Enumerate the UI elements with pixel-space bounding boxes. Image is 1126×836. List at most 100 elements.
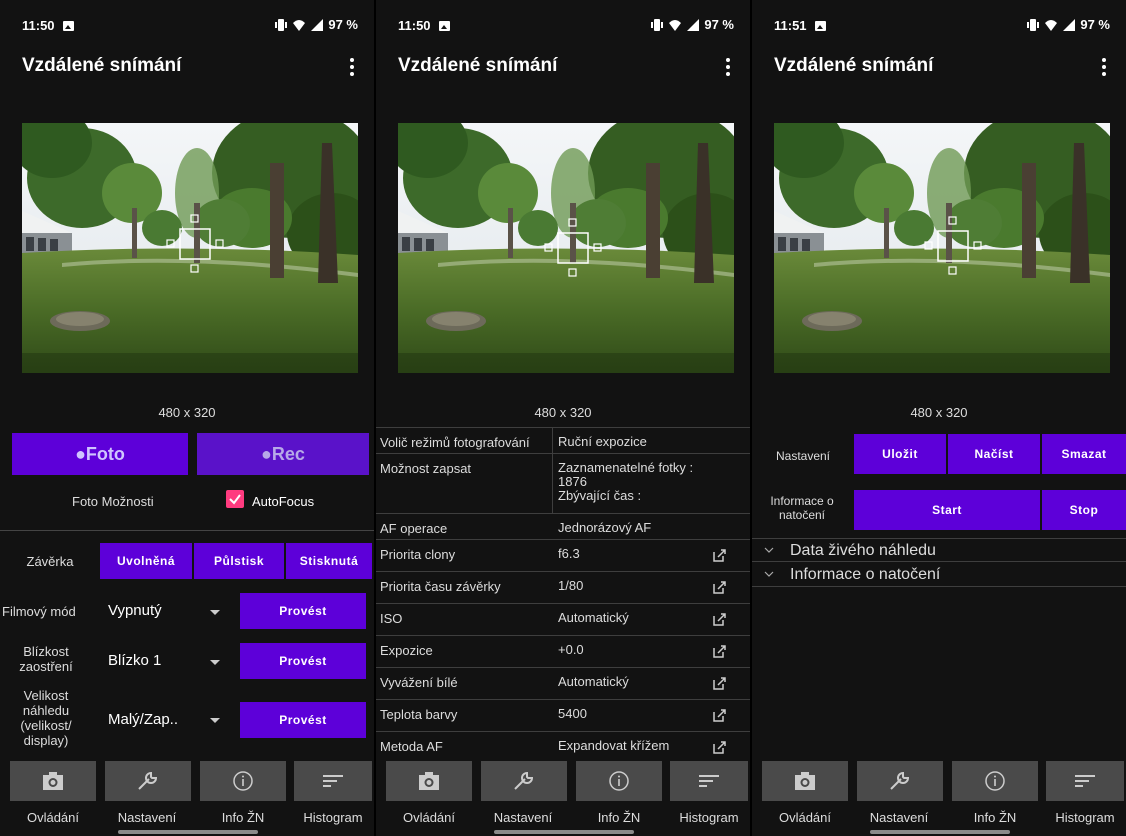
row-key: Expozice: [380, 643, 433, 658]
recording-info-expander[interactable]: Informace o natočení: [752, 563, 1126, 587]
expander-title: Data živého náhledu: [790, 542, 936, 559]
foto-options-label: Foto Možnosti: [72, 494, 154, 509]
nav-label-control: Ovládání: [26, 810, 80, 825]
row-value: Jednorázový AF: [558, 520, 652, 535]
start-button[interactable]: Start: [854, 490, 1040, 530]
load-button[interactable]: Načíst: [948, 434, 1040, 474]
nav-label-info: Info ŽN: [221, 810, 265, 825]
shutter-release-button[interactable]: Uvolněná: [100, 543, 192, 579]
shutter-full-press-button[interactable]: Stisknutá: [286, 543, 372, 579]
overflow-menu-icon[interactable]: [342, 56, 362, 78]
overflow-menu-icon[interactable]: [718, 56, 738, 78]
focus-select[interactable]: Blízko 1: [108, 652, 161, 669]
table-row: Možnost zapsat Zaznamenatelné fotky : 18…: [376, 454, 750, 514]
live-preview[interactable]: [398, 123, 734, 373]
autofocus-checkbox[interactable]: [226, 490, 244, 508]
shutter-label: Závěrka: [26, 554, 74, 569]
movie-mode-dropdown-icon[interactable]: [210, 610, 220, 615]
row-value: Automatický: [558, 610, 629, 625]
camera-icon: [419, 772, 439, 790]
edit-icon[interactable]: [712, 643, 728, 659]
screen-live-info: 11:50 97 % Vzdálené snímání 480 x 320 Vo…: [376, 0, 750, 836]
wifi-icon: [293, 19, 306, 31]
status-bar: 11:50 97 %: [0, 0, 374, 48]
edit-icon[interactable]: [712, 547, 728, 563]
table-row[interactable]: ISO Automatický: [376, 604, 750, 636]
nav-label-histogram: Histogram: [303, 810, 363, 825]
nav-settings-button[interactable]: [481, 761, 567, 801]
movie-mode-run-button[interactable]: Provést: [240, 593, 366, 629]
edit-icon[interactable]: [712, 675, 728, 691]
nav-settings-button[interactable]: [857, 761, 943, 801]
home-indicator[interactable]: [118, 830, 258, 834]
table-row[interactable]: Teplota barvy 5400: [376, 700, 750, 732]
edit-icon[interactable]: [712, 707, 728, 723]
home-indicator[interactable]: [870, 830, 1010, 834]
nav-settings-button[interactable]: [105, 761, 191, 801]
live-preview[interactable]: [22, 123, 358, 373]
screen-remote-control: 11:50 97 % Vzdálené snímání 480 x 320 ●F…: [0, 0, 374, 836]
row-key: Metoda AF: [380, 739, 443, 754]
focus-run-button[interactable]: Provést: [240, 643, 366, 679]
vibrate-icon: [1027, 18, 1040, 31]
row-value: 1/80: [558, 578, 584, 593]
nav-control-button[interactable]: [10, 761, 96, 801]
nav-info-button[interactable]: [200, 761, 286, 801]
rec-button[interactable]: ●Rec: [197, 433, 369, 475]
shutter-half-press-button[interactable]: Půlstisk: [194, 543, 284, 579]
edit-icon[interactable]: [712, 739, 728, 755]
row-key: Priorita clony: [380, 547, 456, 562]
status-icons: 97 %: [274, 17, 358, 32]
histogram-icon: [323, 775, 343, 787]
remaining-time-line: Zbývající čas :: [558, 488, 642, 503]
home-indicator[interactable]: [494, 830, 634, 834]
vibrate-icon: [275, 18, 288, 31]
status-time: 11:51: [774, 18, 826, 33]
app-title: Vzdálené snímání: [774, 55, 934, 76]
preview-size-run-button[interactable]: Provést: [240, 702, 366, 738]
status-bar: 11:51 97 %: [752, 0, 1126, 48]
signal-icon: [687, 18, 700, 31]
live-preview[interactable]: [774, 123, 1110, 373]
nav-info-button[interactable]: [576, 761, 662, 801]
stop-button[interactable]: Stop: [1042, 490, 1126, 530]
status-time: 11:50: [22, 18, 74, 33]
nav-label-control: Ovládání: [402, 810, 456, 825]
row-key: Vyvážení bílé: [380, 675, 458, 690]
image-notification-icon: [62, 21, 74, 31]
nav-info-button[interactable]: [952, 761, 1038, 801]
focus-dropdown-icon[interactable]: [210, 660, 220, 665]
expander-title: Informace o natočení: [790, 566, 941, 583]
movie-mode-select[interactable]: Vypnutý: [108, 602, 162, 619]
divider: [0, 530, 374, 531]
delete-button[interactable]: Smazat: [1042, 434, 1126, 474]
nav-histogram-button[interactable]: [1046, 761, 1124, 801]
edit-icon[interactable]: [712, 579, 728, 595]
preview-resolution: 480 x 320: [158, 405, 216, 420]
live-preview-data-expander[interactable]: Data živého náhledu: [752, 538, 1126, 562]
edit-icon[interactable]: [712, 611, 728, 627]
bottom-nav: Ovládání Nastavení Info ŽN Histogram: [752, 761, 1126, 836]
table-row[interactable]: Priorita času závěrky 1/80: [376, 572, 750, 604]
row-key: Možnost zapsat: [380, 461, 472, 476]
nav-histogram-button[interactable]: [670, 761, 748, 801]
nav-control-button[interactable]: [386, 761, 472, 801]
preview-size-dropdown-icon[interactable]: [210, 718, 220, 723]
bottom-nav: Ovládání Nastavení Info ŽN Histogram: [0, 761, 374, 836]
histogram-icon: [1075, 775, 1095, 787]
image-notification-icon: [814, 21, 826, 31]
nav-control-button[interactable]: [762, 761, 848, 801]
save-button[interactable]: Uložit: [854, 434, 946, 474]
foto-button[interactable]: ●Foto: [12, 433, 188, 475]
preview-size-select[interactable]: Malý/Zap..: [108, 711, 178, 728]
table-row[interactable]: Priorita clony f6.3: [376, 540, 750, 572]
table-row[interactable]: Metoda AF Expandovat křížem: [376, 732, 750, 762]
overflow-menu-icon[interactable]: [1094, 56, 1114, 78]
app-title: Vzdálené snímání: [22, 55, 182, 76]
row-value: Expandovat křížem: [558, 738, 670, 753]
table-row[interactable]: Expozice +0.0: [376, 636, 750, 668]
write-capacity-line: Zaznamenatelné fotky :: [558, 460, 694, 475]
table-row[interactable]: Vyvážení bílé Automatický: [376, 668, 750, 700]
app-title: Vzdálené snímání: [398, 55, 558, 76]
nav-histogram-button[interactable]: [294, 761, 372, 801]
